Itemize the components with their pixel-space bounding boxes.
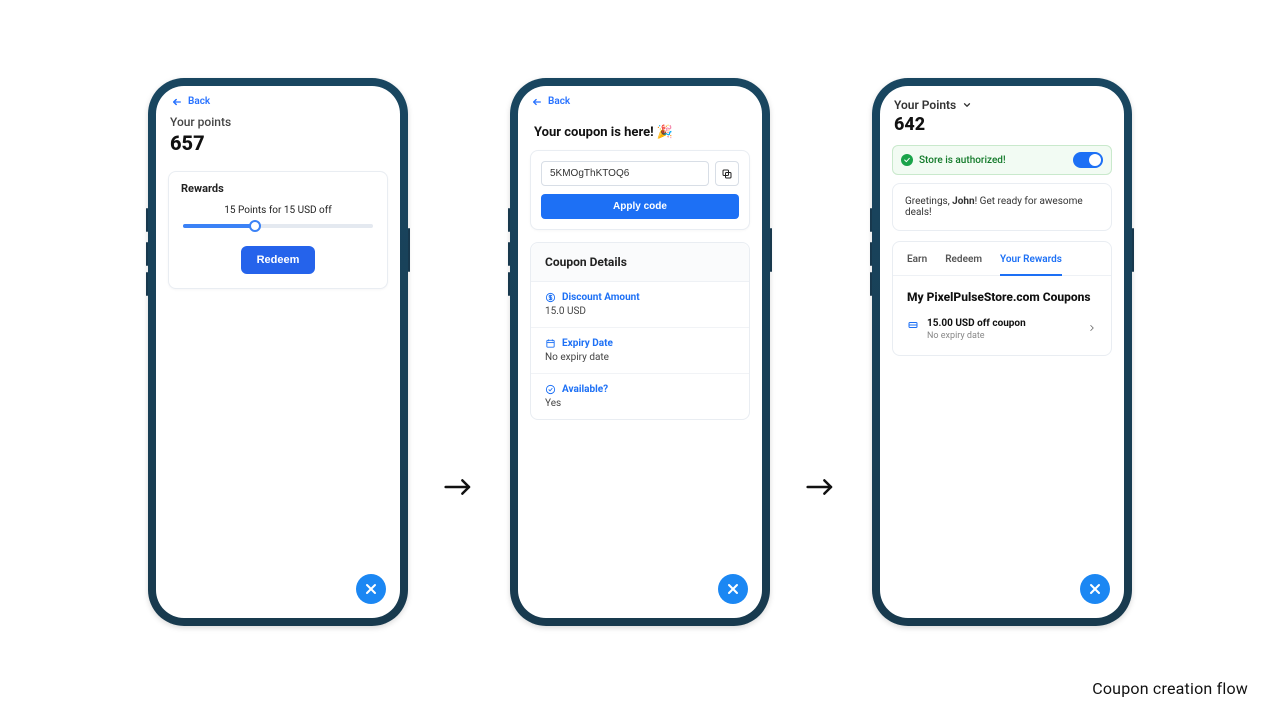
tab-redeem[interactable]: Redeem	[945, 254, 982, 275]
arrow-left-icon	[532, 97, 542, 107]
coupon-ready-heading: Your coupon is here! 🎉	[518, 111, 762, 150]
auth-toggle[interactable]	[1073, 152, 1103, 168]
slider-description: 15 Points for 15 USD off	[169, 203, 387, 224]
phone-frame-2: Back Your coupon is here! 🎉 Apply code C…	[510, 78, 770, 626]
chevron-down-icon	[962, 100, 972, 110]
copy-code-button[interactable]	[715, 161, 739, 186]
greeting-card: Greetings, John! Get ready for awesome d…	[892, 183, 1112, 231]
points-dropdown[interactable]: Your Points	[880, 86, 1124, 114]
page-caption: Coupon creation flow	[1092, 679, 1248, 698]
copy-icon	[721, 168, 733, 180]
my-coupons-heading: My PixelPulseStore.com Coupons	[893, 276, 1111, 312]
screen-2: Back Your coupon is here! 🎉 Apply code C…	[518, 86, 762, 618]
store-authorized-banner: Store is authorized!	[892, 145, 1112, 175]
coupon-code-input[interactable]	[541, 161, 709, 186]
phone-frame-1: Back Your points 657 Rewards 15 Points f…	[148, 78, 408, 626]
apply-code-button[interactable]: Apply code	[541, 194, 739, 219]
close-button[interactable]	[356, 574, 386, 604]
points-slider[interactable]	[183, 224, 373, 228]
check-circle-icon	[901, 154, 913, 166]
flow-arrow-icon	[804, 477, 838, 501]
tab-your-rewards[interactable]: Your Rewards	[1000, 254, 1062, 275]
rewards-title: Rewards	[169, 172, 387, 203]
close-button[interactable]	[718, 574, 748, 604]
flow-arrow-icon	[442, 477, 476, 501]
coupon-code-card: Apply code	[530, 150, 750, 230]
close-icon	[725, 581, 741, 597]
calendar-icon	[545, 338, 556, 349]
back-label: Back	[188, 96, 210, 107]
back-button[interactable]: Back	[518, 86, 762, 111]
detail-discount: Discount Amount 15.0 USD	[531, 282, 749, 328]
back-label: Back	[548, 96, 570, 107]
auth-text: Store is authorized!	[919, 155, 1006, 166]
screen-1: Back Your points 657 Rewards 15 Points f…	[156, 86, 400, 618]
close-icon	[1087, 581, 1103, 597]
close-icon	[363, 581, 379, 597]
redeem-button[interactable]: Redeem	[241, 246, 316, 274]
points-value: 657	[170, 131, 386, 155]
coupon-title: 15.00 USD off coupon	[927, 318, 1026, 329]
rewards-card: Rewards 15 Points for 15 USD off Redeem	[168, 171, 388, 289]
arrow-left-icon	[172, 97, 182, 107]
back-button[interactable]: Back	[156, 86, 400, 111]
coupon-details-title: Coupon Details	[531, 243, 749, 282]
detail-available: Available? Yes	[531, 374, 749, 419]
dollar-icon	[545, 292, 556, 303]
rewards-tabs-card: Earn Redeem Your Rewards My PixelPulseSt…	[892, 241, 1112, 356]
points-label: Your points	[170, 115, 386, 129]
coupon-details-card: Coupon Details Discount Amount 15.0 USD …	[530, 242, 750, 420]
coupon-icon	[907, 319, 919, 331]
check-circle-icon	[545, 384, 556, 395]
coupon-subtitle: No expiry date	[927, 331, 1026, 341]
coupon-row[interactable]: 15.00 USD off coupon No expiry date	[893, 312, 1111, 343]
tab-earn[interactable]: Earn	[907, 254, 927, 275]
screen-3: Your Points 642 Store is authorized! Gre…	[880, 86, 1124, 618]
points-value: 642	[880, 114, 1124, 143]
close-button[interactable]	[1080, 574, 1110, 604]
phone-frame-3: Your Points 642 Store is authorized! Gre…	[872, 78, 1132, 626]
detail-expiry: Expiry Date No expiry date	[531, 328, 749, 374]
chevron-right-icon	[1087, 318, 1097, 337]
